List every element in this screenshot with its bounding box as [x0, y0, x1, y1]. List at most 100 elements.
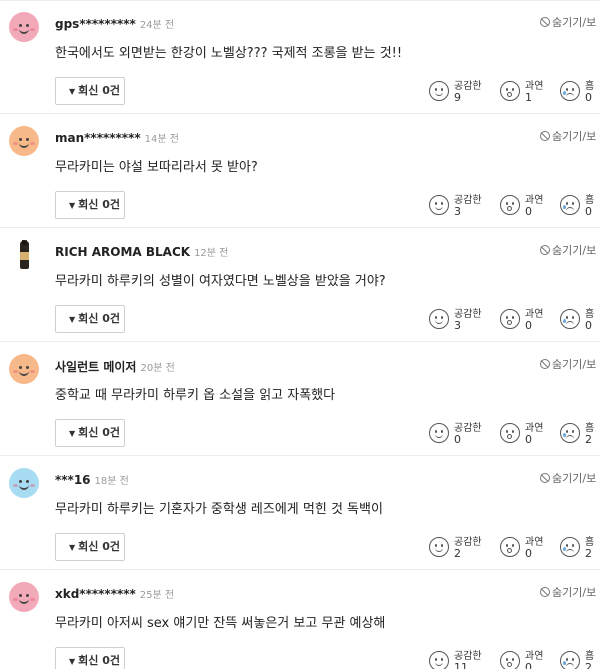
author-name[interactable]: RICH AROMA BLACK	[55, 245, 190, 259]
sad-reaction-button[interactable]: 흠0	[560, 192, 600, 222]
ban-icon	[540, 17, 550, 27]
reaction-label: 흠	[585, 423, 595, 434]
hide-label: 숨기기/보	[552, 586, 597, 599]
empathy-reaction-button[interactable]: 공감한 3	[429, 306, 491, 336]
hide-button[interactable]: 숨기기/보	[540, 128, 596, 144]
avatar[interactable]	[9, 582, 39, 612]
triangle-down-icon: ▼	[69, 315, 76, 324]
reaction-label: 과연	[525, 195, 544, 206]
hide-button[interactable]: 숨기기/보	[540, 242, 596, 258]
comment-author[interactable]: ***16 18분 전	[55, 472, 129, 487]
sad-reaction-button[interactable]: 흠2	[560, 648, 600, 669]
reply-label: 회신 0건	[78, 654, 120, 667]
reply-toggle-button[interactable]: ▼ 회신 0건	[55, 533, 125, 561]
empathy-reaction-button[interactable]: 공감한 3	[429, 192, 491, 222]
reaction-label: 공감한	[454, 423, 482, 434]
reply-toggle-button[interactable]: ▼ 회신 0건	[55, 305, 125, 333]
smile-icon	[429, 423, 449, 443]
sad-reaction-button[interactable]: 흠2	[560, 534, 600, 564]
reaction-label: 과연	[525, 309, 544, 320]
hide-button[interactable]: 숨기기/보	[540, 356, 596, 372]
surprised-icon	[500, 651, 520, 669]
smile-icon	[429, 81, 449, 101]
triangle-down-icon: ▼	[69, 543, 76, 552]
hide-button[interactable]: 숨기기/보	[540, 14, 596, 30]
reaction-label: 과연	[525, 423, 544, 434]
empathy-reaction-button[interactable]: 공감한 11	[429, 648, 491, 669]
sad-icon	[560, 309, 580, 329]
reaction-count: 9	[454, 91, 461, 104]
excessive-reaction-button[interactable]: 과연 0	[500, 648, 550, 669]
author-name[interactable]: xkd*********	[55, 587, 136, 601]
sad-reaction-button[interactable]: 흠0	[560, 306, 600, 336]
reaction-count: 0	[585, 319, 592, 332]
empathy-reaction-button[interactable]: 공감한 9	[429, 78, 491, 108]
avatar[interactable]	[9, 126, 39, 156]
empathy-reaction-button[interactable]: 공감한 0	[429, 420, 491, 450]
comment-author[interactable]: RICH AROMA BLACK 12분 전	[55, 244, 228, 259]
reaction-count: 0	[525, 205, 532, 218]
author-name[interactable]: gps*********	[55, 17, 136, 31]
reaction-count: 0	[454, 433, 461, 446]
hide-label: 숨기기/보	[552, 244, 597, 257]
reaction-count: 2	[454, 547, 461, 560]
comment-text: 무라카미 아저씨 sex 얘기만 잔뜩 써놓은거 보고 무관 예상해	[55, 616, 386, 631]
excessive-reaction-button[interactable]: 과연 0	[500, 192, 550, 222]
reaction-label: 공감한	[454, 81, 482, 92]
reaction-count: 0	[585, 91, 592, 104]
reply-toggle-button[interactable]: ▼ 회신 0건	[55, 647, 125, 669]
comment-author[interactable]: 사일런트 메이저 20분 전	[55, 358, 175, 375]
reply-toggle-button[interactable]: ▼ 회신 0건	[55, 77, 125, 105]
hide-button[interactable]: 숨기기/보	[540, 584, 596, 600]
comment-author[interactable]: xkd********* 25분 전	[55, 586, 174, 601]
smile-icon	[429, 651, 449, 669]
ban-icon	[540, 473, 550, 483]
reaction-label: 공감한	[454, 651, 482, 662]
surprised-icon	[500, 537, 520, 557]
comment-item: gps********* 24분 전 숨기기/보 한국에서도 외면받는 한강이 노…	[0, 0, 600, 114]
reply-toggle-button[interactable]: ▼ 회신 0건	[55, 419, 125, 447]
reply-toggle-button[interactable]: ▼ 회신 0건	[55, 191, 125, 219]
comment-author[interactable]: man********* 14분 전	[55, 130, 179, 145]
comment-time: 25분 전	[139, 590, 175, 601]
comment-item: ***16 18분 전 숨기기/보 무라카미 하루키는 기혼자가 중학생 레즈에게…	[0, 456, 600, 570]
reaction-label: 흠	[585, 651, 595, 662]
avatar[interactable]	[9, 240, 39, 270]
avatar[interactable]	[9, 468, 39, 498]
reaction-count: 11	[454, 661, 468, 669]
hide-button[interactable]: 숨기기/보	[540, 470, 596, 486]
author-name[interactable]: ***16	[55, 473, 91, 487]
empathy-reaction-button[interactable]: 공감한 2	[429, 534, 491, 564]
comment-author[interactable]: gps********* 24분 전	[55, 16, 174, 31]
excessive-reaction-button[interactable]: 과연 0	[500, 306, 550, 336]
excessive-reaction-button[interactable]: 과연 1	[500, 78, 550, 108]
excessive-reaction-button[interactable]: 과연 0	[500, 534, 550, 564]
avatar[interactable]	[9, 12, 39, 42]
reply-label: 회신 0건	[78, 426, 120, 439]
surprised-icon	[500, 423, 520, 443]
comment-time: 12분 전	[194, 248, 229, 259]
reply-label: 회신 0건	[78, 312, 120, 325]
reaction-label: 흠	[585, 81, 595, 92]
hide-label: 숨기기/보	[552, 130, 597, 143]
reaction-label: 흠	[585, 537, 595, 548]
reaction-count: 1	[525, 91, 532, 104]
triangle-down-icon: ▼	[69, 87, 76, 96]
sad-reaction-button[interactable]: 흠2	[560, 420, 600, 450]
sad-reaction-button[interactable]: 흠0	[560, 78, 600, 108]
reaction-count: 2	[585, 547, 592, 560]
comment-time: 14분 전	[144, 134, 179, 145]
sad-icon	[560, 423, 580, 443]
comment-text: 무라카미 하루키의 성별이 여자였다면 노벨상을 받았을 거야?	[55, 274, 386, 289]
author-name[interactable]: 사일런트 메이저	[55, 360, 136, 374]
author-name[interactable]: man*********	[55, 131, 141, 145]
reaction-count: 0	[585, 205, 592, 218]
triangle-down-icon: ▼	[69, 201, 76, 210]
avatar[interactable]	[9, 354, 39, 384]
surprised-icon	[500, 81, 520, 101]
reaction-label: 공감한	[454, 537, 482, 548]
smile-icon	[429, 195, 449, 215]
reaction-count: 0	[525, 433, 532, 446]
excessive-reaction-button[interactable]: 과연 0	[500, 420, 550, 450]
hide-label: 숨기기/보	[552, 358, 597, 371]
